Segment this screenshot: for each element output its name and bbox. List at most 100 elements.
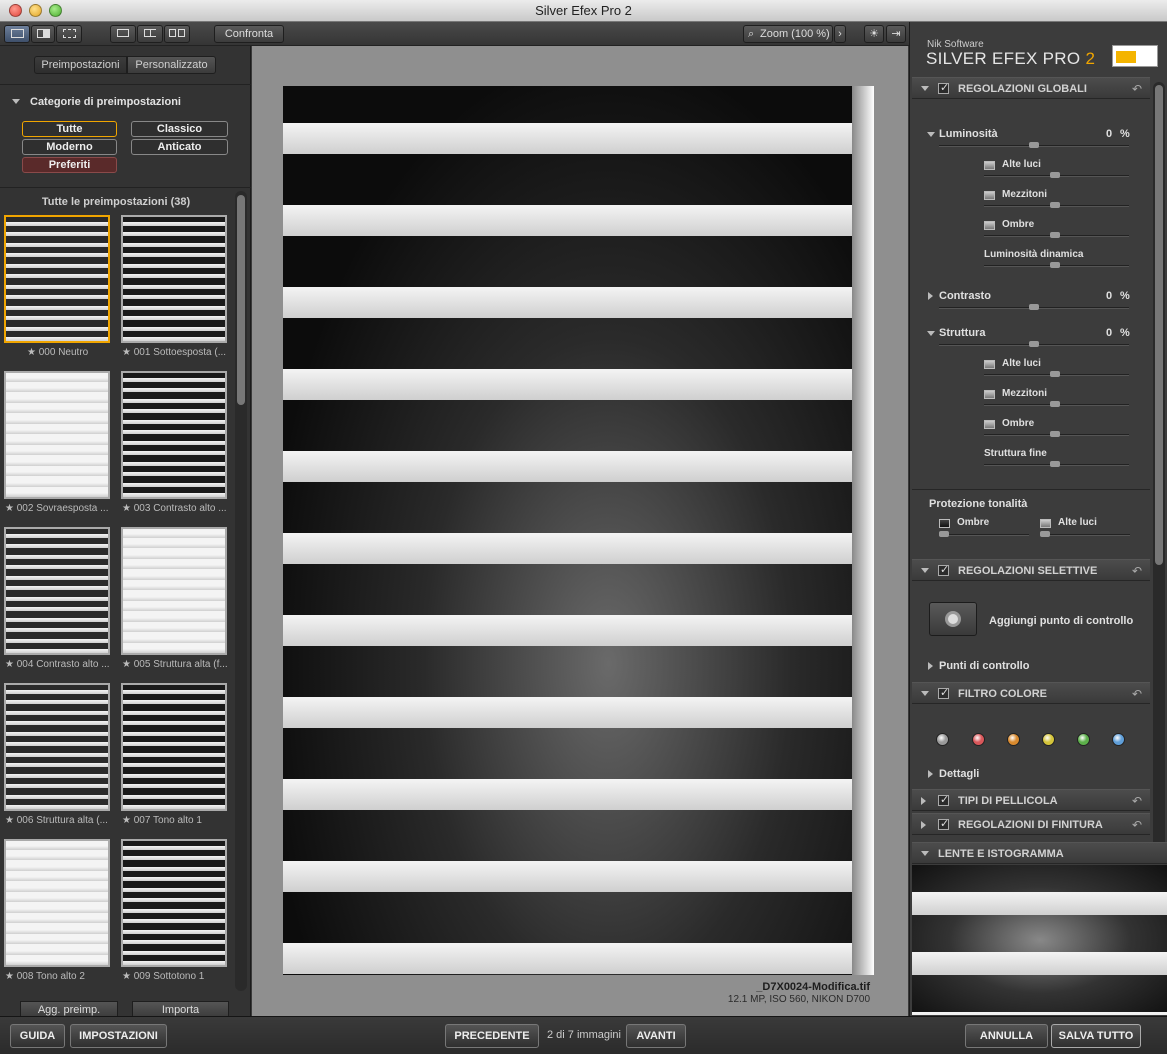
chevron-down-icon[interactable]: [921, 691, 929, 696]
film-types-enabled-checkbox[interactable]: [938, 793, 949, 806]
star-icon[interactable]: ★: [5, 659, 17, 670]
preset-thumbnail[interactable]: [121, 839, 227, 967]
filter-yellow-button[interactable]: [1042, 733, 1055, 746]
preset-thumbnail[interactable]: [121, 215, 227, 343]
star-icon[interactable]: ★: [122, 971, 134, 982]
section-global-adjustments[interactable]: REGOLAZIONI GLOBALI ↶: [912, 77, 1150, 99]
scrollbar-thumb[interactable]: [1155, 85, 1163, 565]
star-icon[interactable]: ★: [122, 659, 134, 670]
chevron-right-icon[interactable]: [928, 662, 933, 670]
zoom-button[interactable]: ⌕ Zoom (100 %): [743, 25, 833, 43]
scrollbar-thumb[interactable]: [237, 195, 245, 405]
structure-shadows-slider[interactable]: [984, 431, 1129, 437]
reset-icon[interactable]: ↶: [1132, 794, 1142, 808]
chevron-down-icon[interactable]: [927, 331, 935, 336]
global-enabled-checkbox[interactable]: [938, 81, 949, 94]
chevron-down-icon[interactable]: [12, 99, 20, 104]
color-filter-enabled-checkbox[interactable]: [938, 686, 949, 699]
reset-icon[interactable]: ↶: [1132, 818, 1142, 832]
category-modern[interactable]: Moderno: [22, 139, 117, 155]
filter-orange-button[interactable]: [1007, 733, 1020, 746]
preset-thumbnail[interactable]: [4, 527, 110, 655]
preview-single-button[interactable]: [110, 25, 136, 43]
preset-thumbnail[interactable]: [4, 839, 110, 967]
dynamic-brightness-slider[interactable]: [984, 262, 1129, 268]
tone-protection-highlights-slider[interactable]: [1040, 531, 1130, 537]
single-view-button[interactable]: [4, 25, 30, 43]
brightness-slider[interactable]: [939, 142, 1129, 148]
structure-highlights-slider[interactable]: [984, 371, 1129, 377]
preset-thumbnail[interactable]: [121, 527, 227, 655]
loupe-preview[interactable]: [912, 865, 1167, 1015]
tab-custom[interactable]: Personalizzato: [127, 56, 216, 74]
preset-thumbnail[interactable]: [4, 683, 110, 811]
chevron-right-icon[interactable]: [921, 797, 926, 805]
chevron-right-icon[interactable]: [921, 821, 926, 829]
category-classic[interactable]: Classico: [131, 121, 228, 137]
control-points-label[interactable]: Punti di controllo: [939, 660, 1029, 672]
finishing-enabled-checkbox[interactable]: [938, 817, 949, 830]
star-icon[interactable]: ★: [5, 971, 17, 982]
preset-thumbnail[interactable]: [121, 371, 227, 499]
section-color-filter[interactable]: FILTRO COLORE ↶: [912, 682, 1150, 704]
toggle-panel-button[interactable]: ⇥: [886, 25, 906, 43]
presets-scrollbar[interactable]: [235, 191, 247, 991]
background-light-button[interactable]: ☀: [864, 25, 884, 43]
star-icon[interactable]: ★: [5, 503, 17, 514]
category-all[interactable]: Tutte: [22, 121, 117, 137]
reset-icon[interactable]: ↶: [1132, 687, 1142, 701]
structure-midtones-slider[interactable]: [984, 401, 1129, 407]
filter-red-button[interactable]: [972, 733, 985, 746]
previous-button[interactable]: PRECEDENTE: [445, 1024, 539, 1048]
add-control-point-button[interactable]: [929, 602, 977, 636]
filter-neutral-button[interactable]: [936, 733, 949, 746]
help-button[interactable]: GUIDA: [10, 1024, 65, 1048]
section-loupe-histogram[interactable]: LENTE E ISTOGRAMMA: [912, 842, 1167, 864]
brightness-midtones-slider[interactable]: [984, 202, 1129, 208]
selective-enabled-checkbox[interactable]: [938, 563, 949, 576]
structure-slider[interactable]: [939, 341, 1129, 347]
preset-thumbnail[interactable]: [4, 215, 110, 343]
preview-image[interactable]: [283, 86, 874, 975]
section-selective-adjustments[interactable]: REGOLAZIONI SELETTIVE ↶: [912, 559, 1150, 581]
grid-view-button[interactable]: [31, 25, 55, 43]
contrast-slider[interactable]: [939, 304, 1129, 310]
save-all-button[interactable]: SALVA TUTTO: [1051, 1024, 1141, 1048]
settings-button[interactable]: IMPOSTAZIONI: [70, 1024, 167, 1048]
preset-thumbnail[interactable]: [121, 683, 227, 811]
compare-button[interactable]: Confronta: [214, 25, 284, 43]
star-icon[interactable]: ★: [122, 347, 134, 358]
chevron-right-icon[interactable]: [928, 770, 933, 778]
preview-split-button[interactable]: [137, 25, 163, 43]
filter-green-button[interactable]: [1077, 733, 1090, 746]
zoom-dropdown-button[interactable]: ›: [834, 25, 846, 43]
adjustments-scrollbar[interactable]: [1153, 82, 1165, 862]
star-icon[interactable]: ★: [122, 815, 134, 826]
star-icon[interactable]: ★: [5, 815, 17, 826]
star-icon[interactable]: ★: [27, 347, 39, 358]
category-vintage[interactable]: Anticato: [131, 139, 228, 155]
brightness-highlights-slider[interactable]: [984, 172, 1129, 178]
fine-structure-slider[interactable]: [984, 461, 1129, 467]
category-favorites[interactable]: Preferiti: [22, 157, 117, 173]
browser-view-button[interactable]: [56, 25, 82, 43]
section-finishing-adjustments[interactable]: REGOLAZIONI DI FINITURA ↶: [912, 813, 1150, 835]
preset-thumbnail[interactable]: [4, 371, 110, 499]
cancel-button[interactable]: ANNULLA: [965, 1024, 1048, 1048]
chevron-down-icon[interactable]: [921, 568, 929, 573]
chevron-down-icon[interactable]: [921, 86, 929, 91]
reset-icon[interactable]: ↶: [1132, 564, 1142, 578]
star-icon[interactable]: ★: [122, 503, 134, 514]
details-label[interactable]: Dettagli: [939, 768, 979, 780]
tone-protection-shadows-slider[interactable]: [939, 531, 1029, 537]
section-film-types[interactable]: TIPI DI PELLICOLA ↶: [912, 789, 1150, 811]
filter-blue-button[interactable]: [1112, 733, 1125, 746]
chevron-down-icon[interactable]: [921, 851, 929, 856]
next-button[interactable]: AVANTI: [626, 1024, 686, 1048]
chevron-right-icon[interactable]: [928, 292, 933, 300]
brightness-shadows-slider[interactable]: [984, 232, 1129, 238]
preview-side-by-side-button[interactable]: [164, 25, 190, 43]
tab-presets[interactable]: Preimpostazioni: [34, 56, 127, 74]
reset-icon[interactable]: ↶: [1132, 82, 1142, 96]
chevron-down-icon[interactable]: [927, 132, 935, 137]
